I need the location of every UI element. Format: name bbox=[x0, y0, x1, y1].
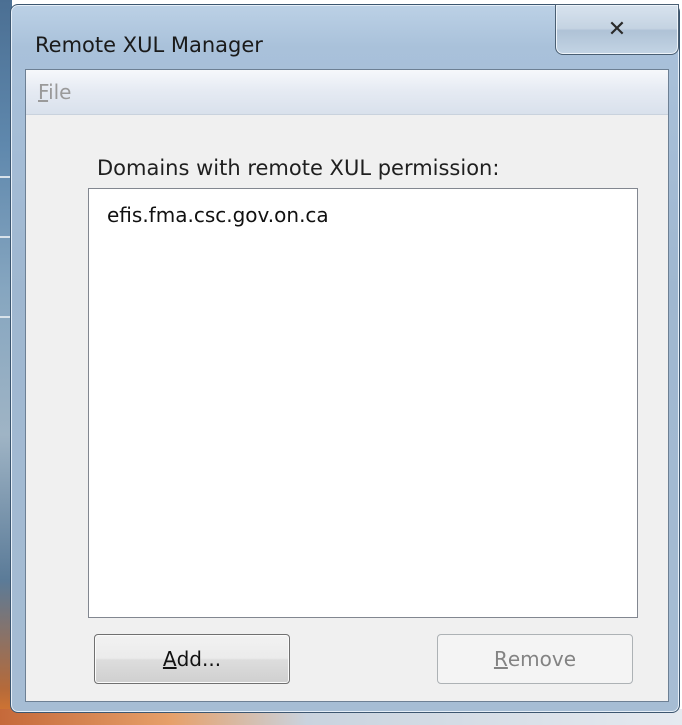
menu-file[interactable]: File bbox=[36, 80, 73, 104]
add-button-mnemonic: A bbox=[162, 647, 177, 671]
remove-button-label: emove bbox=[507, 647, 577, 671]
remote-xul-manager-window: Remote XUL Manager ✕ File Domains with r… bbox=[10, 4, 680, 713]
menu-file-label: ile bbox=[48, 80, 72, 104]
dialog-client-area: File Domains with remote XUL permission:… bbox=[25, 69, 669, 702]
domains-listbox[interactable]: efis.fma.csc.gov.on.ca bbox=[88, 188, 638, 618]
screen: Remote XUL Manager ✕ File Domains with r… bbox=[0, 0, 682, 725]
menu-file-mnemonic: F bbox=[38, 80, 49, 104]
close-icon: ✕ bbox=[607, 16, 627, 42]
menu-bar: File bbox=[26, 70, 668, 115]
close-button[interactable]: ✕ bbox=[555, 4, 679, 55]
remove-button[interactable]: Remove bbox=[437, 634, 633, 684]
list-item[interactable]: efis.fma.csc.gov.on.ca bbox=[107, 203, 329, 227]
window-title: Remote XUL Manager bbox=[35, 33, 263, 57]
add-button[interactable]: Add... bbox=[94, 634, 290, 684]
domains-list-label: Domains with remote XUL permission: bbox=[97, 156, 500, 180]
add-button-label: dd... bbox=[176, 647, 222, 671]
remove-button-mnemonic: R bbox=[493, 647, 508, 671]
